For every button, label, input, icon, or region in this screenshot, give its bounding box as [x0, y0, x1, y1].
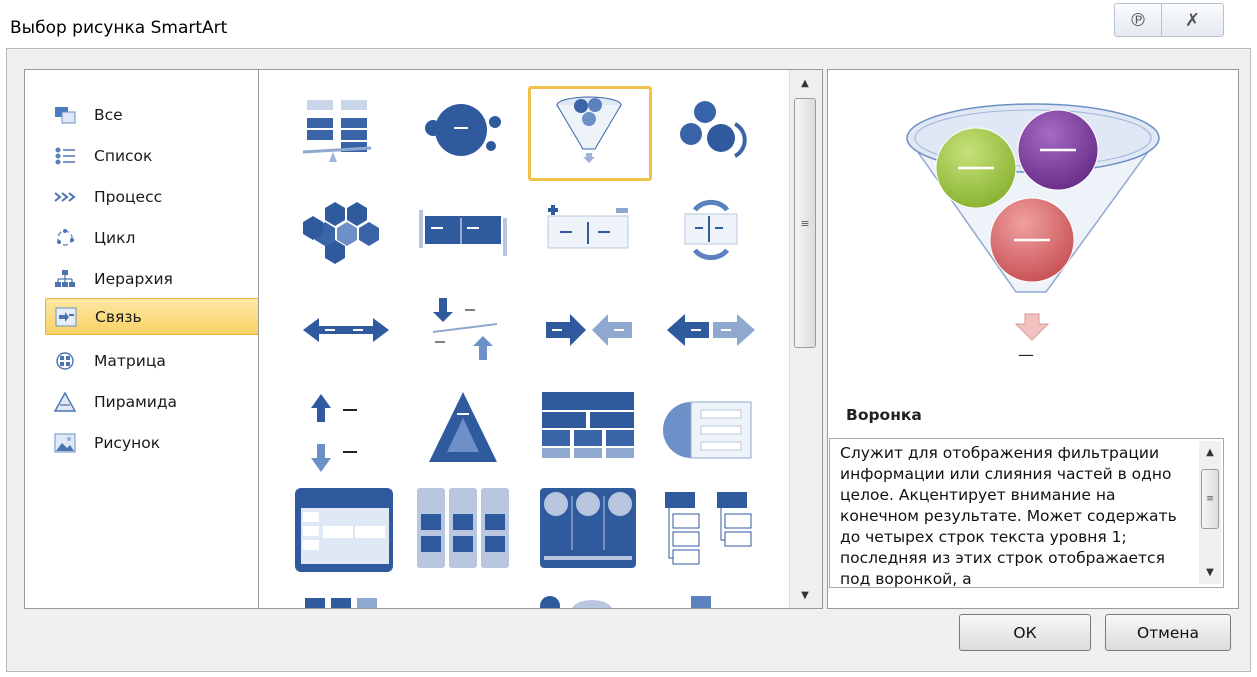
all-icon [52, 104, 78, 126]
picture-icon [52, 432, 78, 454]
category-item-cycle[interactable]: Цикл [45, 219, 265, 256]
layout-thumb[interactable] [651, 90, 775, 185]
layout-gallery: ▲ ≡ ▼ [258, 69, 823, 609]
layout-thumb[interactable] [651, 288, 775, 383]
layout-thumb[interactable] [285, 188, 409, 283]
category-item-matrix[interactable]: Матрица [45, 342, 265, 379]
dialog-title: Выбор рисунка SmartArt [10, 18, 228, 38]
layout-thumb[interactable] [651, 388, 775, 483]
layout-thumb[interactable] [285, 90, 409, 185]
ok-button[interactable]: ОК [959, 614, 1091, 651]
category-label: Цикл [94, 228, 136, 247]
category-label: Процесс [94, 187, 163, 206]
layout-thumb[interactable] [285, 586, 409, 608]
category-label: Рисунок [94, 433, 161, 452]
layout-thumb[interactable] [405, 486, 529, 581]
category-item-hierarchy[interactable]: Иерархия [45, 260, 265, 297]
close-button[interactable]: ✗ [1161, 3, 1224, 37]
layout-thumb[interactable] [285, 388, 409, 483]
matrix-icon [52, 350, 78, 372]
smartart-dialog: Выбор рисунка SmartArt ℗ ✗ Все Список Пр… [0, 0, 1257, 677]
scroll-thumb[interactable]: ≡ [1201, 469, 1219, 529]
cycle-icon [52, 227, 78, 249]
preview-description-text: Служит для отображения фильтрации информ… [840, 444, 1177, 588]
category-list: Все Список Процесс Цикл Иерархия Связь М… [24, 69, 265, 609]
category-item-pyramid[interactable]: Пирамида [45, 383, 265, 420]
scroll-down-arrow-icon[interactable]: ▼ [1199, 563, 1221, 581]
layout-thumb[interactable] [528, 486, 652, 581]
help-icon: ℗ [1129, 9, 1147, 31]
layout-thumb[interactable] [405, 90, 529, 185]
scroll-up-arrow-icon[interactable]: ▲ [793, 72, 817, 94]
process-icon [52, 186, 78, 208]
category-item-relationship[interactable]: Связь [45, 298, 265, 335]
scroll-up-arrow-icon[interactable]: ▲ [1199, 443, 1221, 461]
layout-thumb[interactable] [405, 188, 529, 283]
scroll-thumb[interactable]: ≡ [794, 98, 816, 348]
scroll-down-arrow-icon[interactable]: ▼ [793, 584, 817, 606]
layout-thumb-funnel[interactable] [528, 86, 652, 181]
layout-thumb[interactable] [405, 288, 529, 383]
category-label: Все [94, 105, 123, 124]
layout-thumb[interactable] [285, 288, 409, 383]
category-label: Пирамида [94, 392, 178, 411]
layout-thumb[interactable] [285, 486, 409, 581]
preview-title: Воронка [846, 406, 922, 424]
layout-thumb[interactable] [528, 288, 652, 383]
close-icon: ✗ [1184, 9, 1201, 31]
funnel-preview-graphic [888, 80, 1188, 370]
preview-caption: — [1018, 345, 1034, 364]
description-scrollbar[interactable]: ▲ ≡ ▼ [1199, 441, 1221, 584]
hierarchy-icon [52, 268, 78, 290]
layout-thumb[interactable] [651, 486, 775, 581]
category-label: Список [94, 146, 153, 165]
category-label: Матрица [94, 351, 166, 370]
relationship-icon [53, 306, 79, 328]
layout-thumb[interactable] [651, 188, 775, 283]
list-icon [52, 145, 78, 167]
cancel-button[interactable]: Отмена [1105, 614, 1231, 651]
dialog-body: Все Список Процесс Цикл Иерархия Связь М… [6, 48, 1251, 672]
category-item-list[interactable]: Список [45, 137, 265, 174]
preview-description[interactable]: Служит для отображения фильтрации информ… [829, 438, 1224, 588]
category-label: Связь [95, 307, 142, 326]
layout-thumb[interactable] [528, 188, 652, 283]
layout-thumb[interactable] [405, 388, 529, 483]
layout-thumb[interactable] [528, 586, 652, 608]
layout-thumb[interactable] [528, 388, 652, 483]
layout-thumb[interactable] [651, 586, 775, 608]
pyramid-icon [52, 391, 78, 413]
category-item-picture[interactable]: Рисунок [45, 424, 265, 461]
gallery-scrollbar[interactable]: ▲ ≡ ▼ [789, 70, 822, 608]
category-item-process[interactable]: Процесс [45, 178, 265, 215]
category-item-all[interactable]: Все [45, 96, 265, 133]
help-button[interactable]: ℗ [1114, 3, 1162, 37]
category-label: Иерархия [94, 269, 173, 288]
